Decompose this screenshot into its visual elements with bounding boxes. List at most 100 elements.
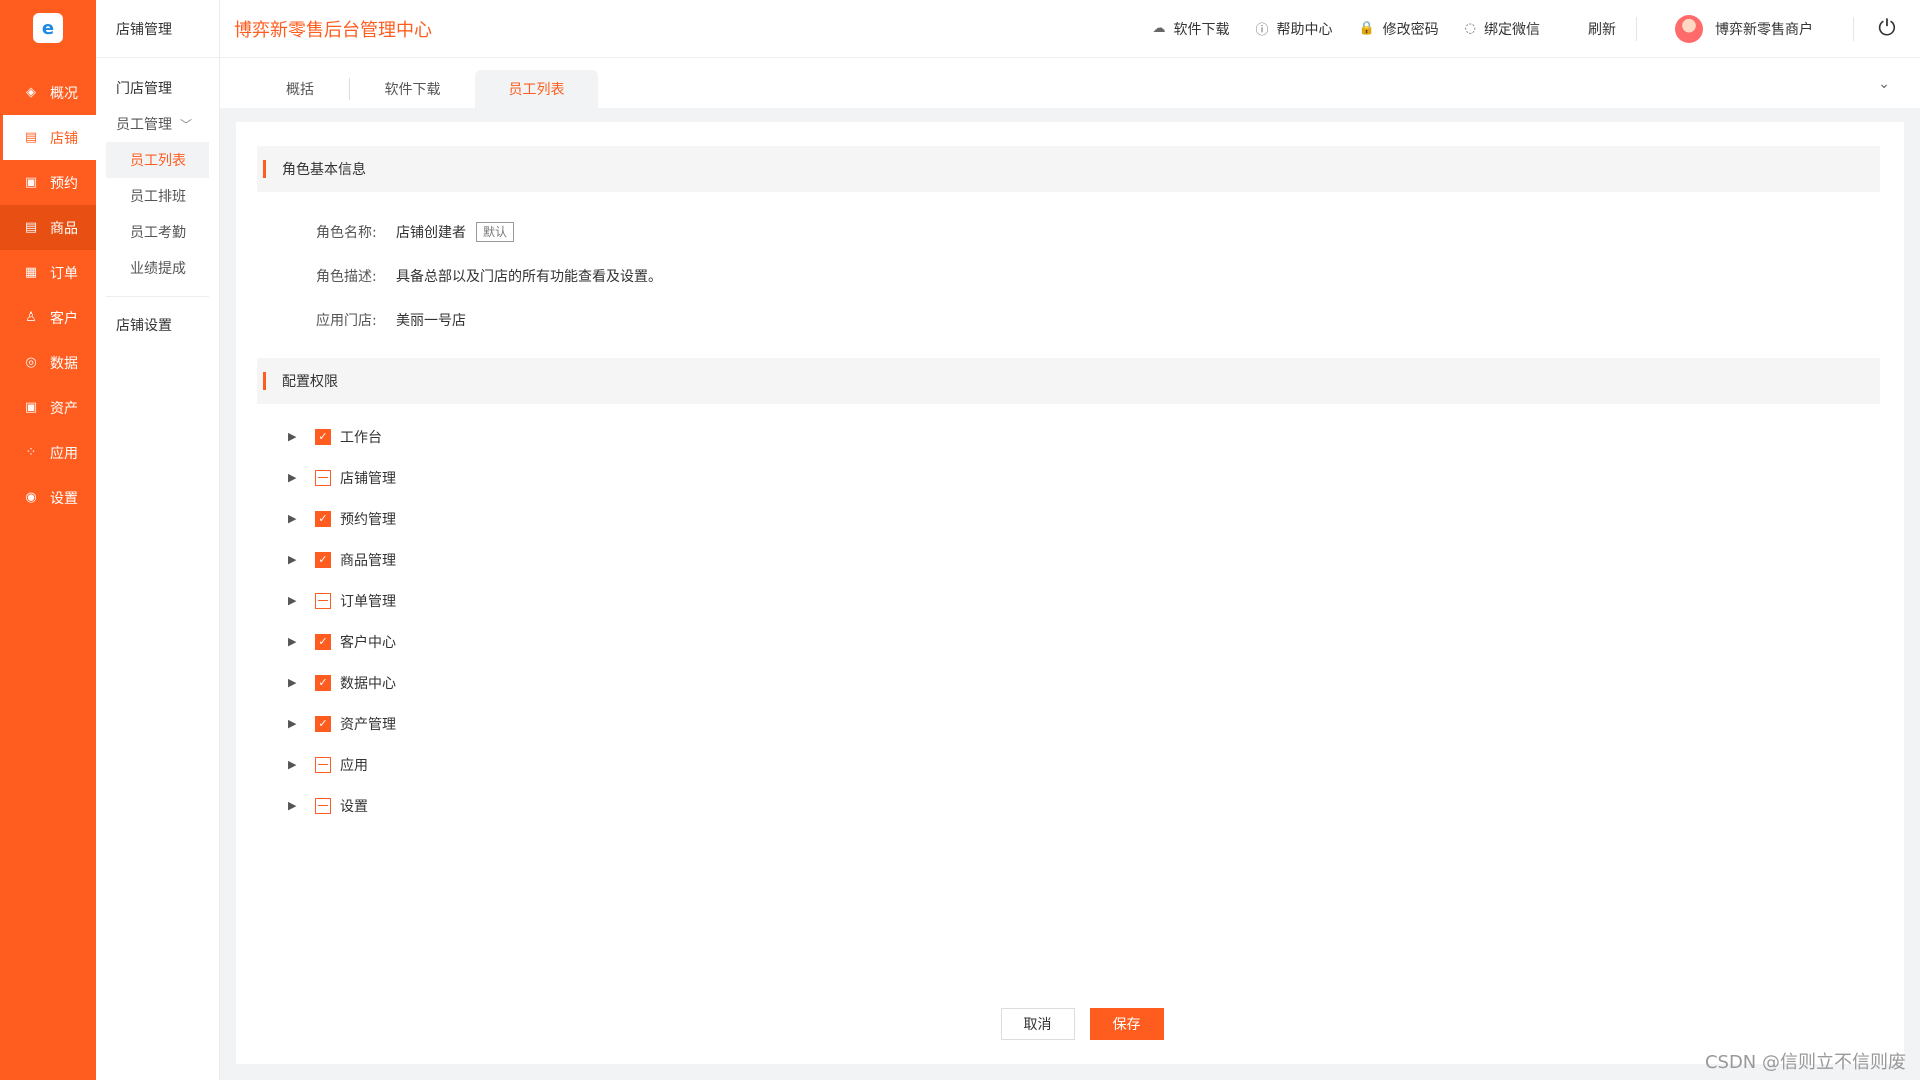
role-store-label: 应用门店: <box>316 313 377 329</box>
software-download-link[interactable]: ☁ 软件下载 <box>1152 19 1229 39</box>
caret-right-icon[interactable]: ▶ <box>288 553 300 566</box>
subnav-commission[interactable]: 业绩提成 <box>106 250 209 286</box>
permission-label: 店铺管理 <box>340 470 396 487</box>
section-header-permissions: 配置权限 <box>257 358 1880 404</box>
sidebar-item-settings[interactable]: ◉ 设置 <box>0 475 96 520</box>
subnav-group-label: 员工管理 <box>116 117 172 133</box>
permission-item: ▶ ✓ 预约管理 <box>288 498 1904 539</box>
power-icon[interactable]: ⏻ <box>1854 16 1920 41</box>
section-accent-bar <box>263 372 266 390</box>
tab-staff-list[interactable]: 员工列表 <box>475 70 598 108</box>
caret-right-icon[interactable]: ▶ <box>288 430 300 443</box>
settings-icon: ◉ <box>25 490 37 505</box>
goods-icon: ▤ <box>24 220 38 235</box>
main-sidebar: e ◈ 概况 ▤ 店铺 ▣ 预约 ▤ 商品 ▦ 订单 ♙ 客户 ◎ 数据 ▣ 资… <box>0 0 96 1080</box>
user-name: 博弈新零售商户 <box>1715 21 1813 38</box>
subnav-staff-schedule[interactable]: 员工排班 <box>106 178 209 214</box>
sidebar-item-assets[interactable]: ▣ 资产 <box>0 385 96 430</box>
sidebar-item-customers[interactable]: ♙ 客户 <box>0 295 96 340</box>
lock-icon: 🔒 <box>1358 21 1375 36</box>
checkbox-indeterminate[interactable] <box>315 469 331 486</box>
role-desc-row: 角色描述: 具备总部以及门店的所有功能查看及设置。 <box>316 254 1904 298</box>
user-menu[interactable]: 博弈新零售商户 <box>1675 14 1813 43</box>
user-icon: ♙ <box>25 310 37 325</box>
role-name-label: 角色名称: <box>316 225 377 241</box>
sidebar-item-orders[interactable]: ▦ 订单 <box>0 250 96 295</box>
double-chevron-down-icon[interactable]: ⌄ <box>1878 76 1890 92</box>
section-accent-bar <box>263 160 266 178</box>
sub-sidebar-title: 店铺管理 <box>96 0 219 58</box>
data-icon: ◎ <box>25 355 37 370</box>
checkbox-checked[interactable]: ✓ <box>315 674 331 691</box>
tab-software-download[interactable]: 软件下载 <box>350 70 475 108</box>
change-password-link[interactable]: 🔒 修改密码 <box>1358 19 1438 39</box>
permission-label: 订单管理 <box>340 593 396 610</box>
role-store-value: 美丽一号店 <box>396 313 466 329</box>
sidebar-item-booking[interactable]: ▣ 预约 <box>0 160 96 205</box>
subnav-store-management[interactable]: 门店管理 <box>96 70 219 106</box>
sidebar-item-label: 设置 <box>50 490 78 507</box>
checkbox-checked[interactable]: ✓ <box>315 551 331 568</box>
order-icon: ▦ <box>24 265 38 280</box>
sidebar-item-label: 订单 <box>50 265 78 282</box>
caret-right-icon[interactable]: ▶ <box>288 512 300 525</box>
default-tag: 默认 <box>476 222 515 242</box>
subnav-staff-management[interactable]: 员工管理 ﹀ <box>96 106 219 142</box>
sidebar-item-label: 商品 <box>50 220 78 237</box>
permission-item: ▶ 设置 <box>288 785 1904 826</box>
permission-label: 设置 <box>340 798 368 815</box>
subnav-staff-attendance[interactable]: 员工考勤 <box>106 214 209 250</box>
subnav-store-settings[interactable]: 店铺设置 <box>96 307 219 343</box>
role-desc-value: 具备总部以及门店的所有功能查看及设置。 <box>396 269 662 285</box>
action-label: 帮助中心 <box>1276 21 1333 38</box>
diamond-icon: ◈ <box>26 85 36 100</box>
caret-right-icon[interactable]: ▶ <box>288 758 300 771</box>
permission-item: ▶ 应用 <box>288 744 1904 785</box>
permission-label: 预约管理 <box>340 511 396 528</box>
role-name-value: 店铺创建者 <box>396 225 466 241</box>
caret-right-icon[interactable]: ▶ <box>288 471 300 484</box>
permission-tree: ▶ ✓ 工作台 ▶ 店铺管理 ▶ ✓ 预约管理 ▶ ✓ 商品管理 ▶ 订单管理 … <box>236 404 1904 826</box>
caret-right-icon[interactable]: ▶ <box>288 717 300 730</box>
permission-item: ▶ ✓ 客户中心 <box>288 621 1904 662</box>
app-title: 博弈新零售后台管理中心 <box>234 19 432 41</box>
avatar <box>1675 14 1703 43</box>
help-center-link[interactable]: ⓘ 帮助中心 <box>1255 19 1332 39</box>
save-button[interactable]: 保存 <box>1089 1008 1164 1040</box>
logo[interactable]: e <box>0 0 96 56</box>
sidebar-item-label: 店铺 <box>50 130 78 147</box>
checkbox-checked[interactable]: ✓ <box>315 510 331 527</box>
sidebar-item-apps[interactable]: ⁘ 应用 <box>0 430 96 475</box>
caret-right-icon[interactable]: ▶ <box>288 676 300 689</box>
refresh-link[interactable]: 刷新 <box>1588 19 1616 39</box>
content-card: 角色基本信息 角色名称: 店铺创建者 默认 角色描述: 具备总部以及门店的所有功… <box>236 122 1904 1064</box>
checkbox-indeterminate[interactable] <box>315 592 331 609</box>
caret-right-icon[interactable]: ▶ <box>288 594 300 607</box>
top-header: 博弈新零售后台管理中心 ☁ 软件下载 ⓘ 帮助中心 🔒 修改密码 ◌ 绑定微信 … <box>220 0 1920 58</box>
checkbox-checked[interactable]: ✓ <box>315 428 331 445</box>
cancel-button[interactable]: 取消 <box>1000 1008 1075 1040</box>
bind-wechat-link[interactable]: ◌ 绑定微信 <box>1465 19 1540 39</box>
permission-item: ▶ ✓ 数据中心 <box>288 662 1904 703</box>
subnav-staff-list[interactable]: 员工列表 <box>106 142 209 178</box>
sidebar-item-goods[interactable]: ▤ 商品 <box>0 205 96 250</box>
tab-bar: 概括 软件下载 员工列表 ⌄ <box>220 58 1920 108</box>
checkbox-checked[interactable]: ✓ <box>315 633 331 650</box>
checkbox-indeterminate[interactable] <box>315 756 331 773</box>
sidebar-item-store[interactable]: ▤ 店铺 <box>0 115 96 160</box>
checkbox-checked[interactable]: ✓ <box>315 715 331 732</box>
tab-overview[interactable]: 概括 <box>250 70 350 108</box>
permission-item: ▶ 店铺管理 <box>288 457 1904 498</box>
caret-right-icon[interactable]: ▶ <box>288 635 300 648</box>
permission-label: 商品管理 <box>340 552 396 569</box>
caret-right-icon[interactable]: ▶ <box>288 799 300 812</box>
sidebar-item-data[interactable]: ◎ 数据 <box>0 340 96 385</box>
section-header-role: 角色基本信息 <box>257 146 1880 192</box>
permission-label: 客户中心 <box>340 634 396 651</box>
sidebar-item-overview[interactable]: ◈ 概况 <box>0 70 96 115</box>
action-label: 软件下载 <box>1173 21 1230 38</box>
sidebar-item-label: 数据 <box>50 355 78 372</box>
action-label: 修改密码 <box>1382 21 1439 38</box>
action-label: 绑定微信 <box>1484 21 1540 38</box>
checkbox-indeterminate[interactable] <box>315 797 331 814</box>
